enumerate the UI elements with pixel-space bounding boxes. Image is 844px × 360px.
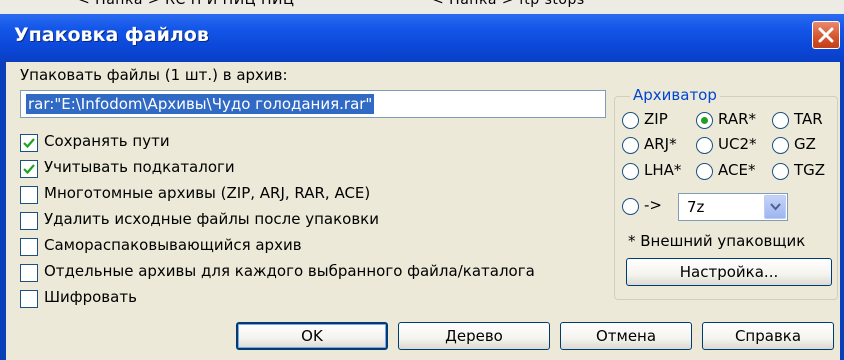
tree-button[interactable]: Дерево bbox=[398, 322, 550, 350]
archiver-group-title: Архиватор bbox=[630, 86, 720, 104]
checkbox-label: Удалить исходные файлы после упаковки bbox=[44, 210, 379, 228]
radio-arj[interactable] bbox=[622, 137, 639, 154]
checkmark-icon bbox=[23, 138, 35, 149]
help-button[interactable]: Справка bbox=[702, 322, 834, 350]
checkbox-encrypt[interactable] bbox=[20, 290, 38, 308]
radio-uc2[interactable] bbox=[696, 137, 713, 154]
radio-tar[interactable] bbox=[772, 112, 789, 129]
radio-label: ARJ* bbox=[644, 135, 677, 153]
radio-label: ZIP bbox=[644, 110, 668, 128]
close-icon bbox=[818, 27, 834, 43]
checkbox-label: Многотомные архивы (ZIP, ARJ, RAR, ACE) bbox=[44, 184, 371, 202]
radio-rar[interactable] bbox=[696, 112, 713, 129]
radio-zip[interactable] bbox=[622, 112, 639, 129]
radio-selected-dot bbox=[701, 117, 708, 124]
custom-arrow-label: -> bbox=[644, 196, 662, 214]
radio-custom[interactable] bbox=[622, 198, 639, 215]
custom-packer-value: 7z bbox=[687, 198, 705, 216]
radio-label: UC2* bbox=[718, 135, 757, 153]
radio-tgz[interactable] bbox=[772, 163, 789, 180]
checkmark-icon bbox=[23, 164, 35, 175]
checkbox-delete-sources[interactable] bbox=[20, 212, 38, 230]
checkbox-separate-archives[interactable] bbox=[20, 264, 38, 282]
checkbox-label: Отдельные архивы для каждого выбранного … bbox=[44, 262, 535, 280]
checkbox-label: Сохранять пути bbox=[44, 132, 170, 150]
radio-gz[interactable] bbox=[772, 137, 789, 154]
radio-label: LHA* bbox=[644, 161, 682, 179]
external-packer-note: * Внешний упаковщик bbox=[628, 232, 806, 250]
chevron-down-icon bbox=[770, 203, 781, 211]
radio-lha[interactable] bbox=[622, 163, 639, 180]
archive-path-value: rar:"E:\Infodom\Архивы\Чудо голодания.ra… bbox=[26, 94, 375, 114]
checkbox-label: Учитывать подкаталоги bbox=[44, 158, 235, 176]
cancel-button[interactable]: Отмена bbox=[560, 322, 692, 350]
ok-button[interactable]: OK bbox=[236, 322, 388, 350]
radio-ace[interactable] bbox=[696, 163, 713, 180]
close-button[interactable] bbox=[812, 21, 840, 49]
dialog-title: Упаковка файлов bbox=[14, 24, 209, 46]
radio-label: GZ bbox=[794, 135, 816, 153]
custom-packer-select[interactable]: 7z bbox=[678, 193, 788, 221]
radio-label: TAR bbox=[794, 110, 823, 128]
background-text-left: < Папка > КС Н И НИЦ НИЦ bbox=[78, 0, 295, 8]
checkbox-subdirs[interactable] bbox=[20, 160, 38, 178]
checkbox-label: Самораспаковывающийся архив bbox=[44, 236, 302, 254]
radio-label: ACE* bbox=[718, 161, 756, 179]
background-text-right: < Папка > ftp stops bbox=[432, 0, 585, 8]
checkbox-save-paths[interactable] bbox=[20, 134, 38, 152]
checkbox-multivolume[interactable] bbox=[20, 186, 38, 204]
settings-button[interactable]: Настройка... bbox=[626, 258, 832, 286]
background-window: < Папка > КС Н И НИЦ НИЦ < Папка > ftp s… bbox=[0, 0, 844, 14]
checkbox-label: Шифровать bbox=[44, 288, 137, 306]
pack-label: Упаковать файлы (1 шт.) в архив: bbox=[20, 66, 288, 84]
archive-path-input[interactable]: rar:"E:\Infodom\Архивы\Чудо голодания.ra… bbox=[20, 90, 606, 118]
checkbox-sfx[interactable] bbox=[20, 238, 38, 256]
radio-label: TGZ bbox=[794, 161, 826, 179]
dropdown-button[interactable] bbox=[764, 195, 786, 219]
radio-label: RAR* bbox=[718, 110, 756, 128]
